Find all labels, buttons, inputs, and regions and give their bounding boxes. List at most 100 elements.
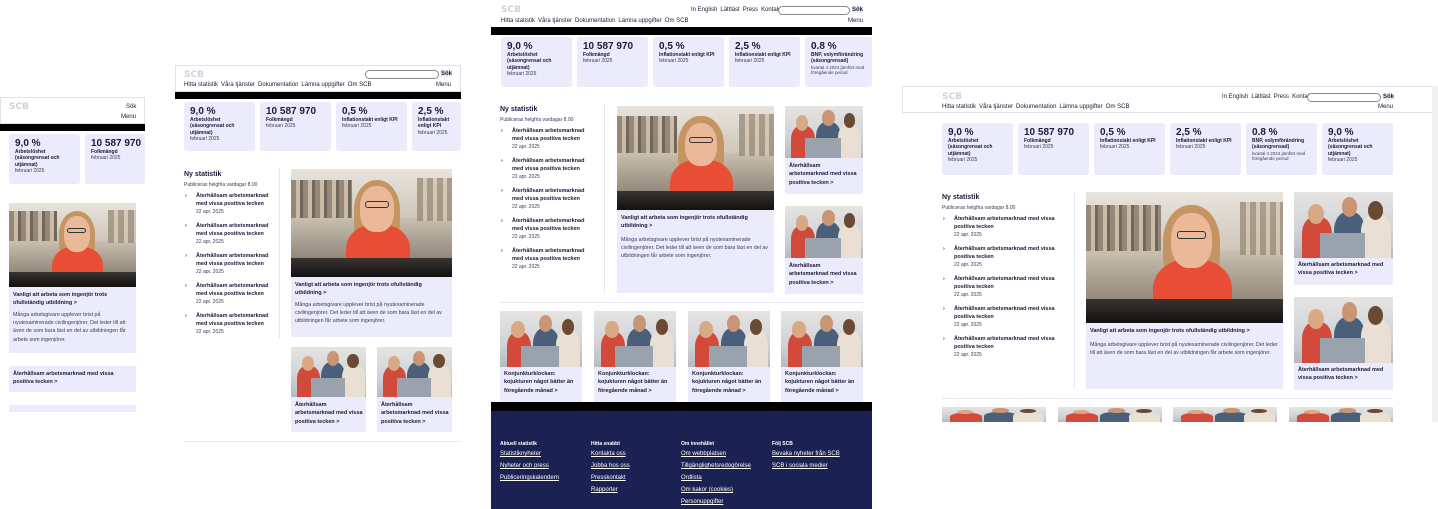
footer-link[interactable]: Kontakta oss	[591, 451, 626, 457]
team-image[interactable]	[377, 347, 452, 397]
stat-card[interactable]: 10 587 970 Folkmängd februari 2025	[260, 102, 331, 151]
team-image[interactable]	[942, 407, 1046, 422]
footer-link[interactable]: Tillgänglighetsredogörelse	[681, 463, 751, 469]
team-image[interactable]	[500, 311, 582, 367]
search-button[interactable]: Sök	[441, 71, 453, 77]
scrollbar[interactable]	[1432, 86, 1438, 422]
team-image[interactable]	[688, 311, 770, 367]
scb-logo[interactable]: SCB	[501, 5, 521, 15]
nav-item[interactable]: Våra tjänster	[979, 104, 1013, 110]
konj-card[interactable]: Konjunkturklockan: kojukturen något bätt…	[500, 367, 582, 402]
news-item-title[interactable]: Återhållsam arbetsmarknad med vissa posi…	[196, 253, 276, 269]
footer-link[interactable]: Om webbplatsen	[681, 451, 726, 457]
feature-title[interactable]: Vanligt att arbeta som ingenjör trots of…	[13, 291, 131, 308]
feature-image[interactable]	[617, 106, 774, 210]
konj-card[interactable]: Konjunkturklockan: kojukturen något bätt…	[688, 367, 770, 402]
footer-link[interactable]: Publiceringskalendern	[500, 475, 559, 481]
team-image[interactable]	[1289, 407, 1393, 422]
top-link[interactable]: Press	[1274, 94, 1289, 100]
nav-item[interactable]: Om SCB	[348, 82, 372, 88]
konj-card-title[interactable]: Konjunkturklockan: kojukturen något bätt…	[692, 370, 768, 395]
stat-card[interactable]: 9,0 % Arbetslöshet (säsongrensat och utj…	[9, 134, 80, 184]
stat-card[interactable]: 0,5 % Inflationstakt enligt KPI februari…	[336, 102, 407, 151]
stat-card[interactable]: 0.8 % BNP, volymförändring (säsongrensad…	[805, 37, 872, 87]
news-item[interactable]: › Återhållsam arbetsmarknad med vissa pos…	[185, 283, 276, 305]
news-item-title[interactable]: Återhållsam arbetsmarknad med vissa posi…	[954, 306, 1072, 322]
stat-card[interactable]: 2,5 % Inflationstakt enligt KPI februari…	[412, 102, 461, 151]
feature-image[interactable]	[9, 203, 136, 287]
scb-logo[interactable]: SCB	[9, 102, 29, 112]
news-item-title[interactable]: Återhållsam arbetsmarknad med vissa posi…	[512, 218, 596, 234]
stat-card[interactable]: 0,5 % Inflationstakt enligt KPI februari…	[653, 37, 724, 87]
search-button[interactable]: Sök	[1383, 94, 1395, 100]
nav-item[interactable]: Hitta statistik	[942, 104, 976, 110]
menu-button[interactable]: Menu	[436, 82, 451, 88]
news-item[interactable]: › Återhållsam arbetsmarknad med vissa pos…	[943, 306, 1072, 328]
news-item[interactable]: › Återhållsam arbetsmarknad med vissa pos…	[501, 158, 596, 180]
news-item-title[interactable]: Återhållsam arbetsmarknad med vissa posi…	[512, 128, 596, 144]
stat-card[interactable]: 9,0 % Arbetslöshet (säsongrensat och utj…	[942, 123, 1013, 175]
footer-link[interactable]: Nyheter och press	[500, 463, 549, 469]
side-card[interactable]: Återhållsam arbetsmarknad med vissa posi…	[291, 397, 366, 432]
news-item-title[interactable]: Återhållsam arbetsmarknad med vissa posi…	[196, 283, 276, 299]
top-link[interactable]: Lättläst	[720, 7, 739, 13]
team-image[interactable]	[291, 347, 366, 397]
side-card-title[interactable]: Återhållsam arbetsmarknad med vissa posi…	[1298, 366, 1392, 383]
side-card-title[interactable]: Återhållsam arbetsmarknad med vissa posi…	[789, 162, 861, 187]
team-image[interactable]	[1058, 407, 1162, 422]
stat-card[interactable]: 0,5 % Inflationstakt enligt KPI februari…	[1094, 123, 1165, 175]
nav-item[interactable]: Lämna uppgifter	[301, 82, 344, 88]
search-button[interactable]: Sök	[852, 7, 864, 13]
feature-image[interactable]	[291, 169, 452, 277]
news-item-title[interactable]: Återhållsam arbetsmarknad med vissa posi…	[512, 188, 596, 204]
top-link[interactable]: In English	[1222, 94, 1248, 100]
nav-item[interactable]: Hitta statistik	[184, 82, 218, 88]
feature-card[interactable]: Vanligt att arbeta som ingenjör trots of…	[1086, 323, 1283, 389]
news-item[interactable]: › Återhållsam arbetsmarknad med vissa pos…	[501, 248, 596, 270]
feature-title[interactable]: Vanligt att arbeta som ingenjör trots of…	[1090, 327, 1280, 335]
news-item[interactable]: › Återhållsam arbetsmarknad med vissa pos…	[943, 276, 1072, 298]
team-image[interactable]	[1294, 297, 1393, 363]
side-card[interactable]: Återhållsam arbetsmarknad med vissa posi…	[785, 258, 863, 294]
footer-link[interactable]: Bevaka nyheter från SCB	[772, 451, 840, 457]
footer-link[interactable]: SCB i sociala medier	[772, 463, 828, 469]
news-item[interactable]: › Återhållsam arbetsmarknad med vissa pos…	[943, 336, 1072, 358]
footer-link[interactable]: Ordlista	[681, 475, 702, 481]
footer-link[interactable]: Rapporter	[591, 487, 618, 493]
team-image[interactable]	[785, 206, 863, 258]
side-card[interactable]: Återhållsam arbetsmarknad med vissa posi…	[377, 397, 452, 432]
news-item-title[interactable]: Återhållsam arbetsmarknad med vissa posi…	[196, 223, 276, 239]
nav-item[interactable]: Lämna uppgifter	[618, 18, 661, 24]
stat-card[interactable]: 2,5 % Inflationstakt enligt KPI februari…	[1170, 123, 1241, 175]
nav-item[interactable]: Våra tjänster	[221, 82, 255, 88]
footer-link[interactable]: Om kakor (cookies)	[681, 487, 733, 493]
search-input[interactable]	[778, 6, 850, 15]
konj-card-title[interactable]: Konjunkturklockan: kojukturen något bätt…	[785, 370, 861, 395]
news-item[interactable]: › Återhållsam arbetsmarknad med vissa pos…	[185, 253, 276, 275]
news-item-title[interactable]: Återhållsam arbetsmarknad med vissa posi…	[512, 248, 596, 264]
stat-card[interactable]: 10 587 970 Folkmängd februari 2025	[577, 37, 648, 87]
news-item[interactable]: › Återhållsam arbetsmarknad med vissa pos…	[943, 246, 1072, 268]
side-card[interactable]: Återhållsam arbetsmarknad med vissa posi…	[1294, 363, 1393, 390]
team-image[interactable]	[781, 311, 863, 367]
news-item[interactable]: › Återhållsam arbetsmarknad med vissa pos…	[185, 313, 276, 335]
stat-card[interactable]: 2,5 % Inflationstakt enligt KPI februari…	[729, 37, 800, 87]
stat-card[interactable]: 9,0 % Arbetslöshet (säsongrensat och utj…	[184, 102, 255, 151]
nav-item[interactable]: Dokumentation	[1016, 104, 1056, 110]
footer-link[interactable]: Personuppgifter	[681, 499, 723, 505]
nav-item[interactable]: Hitta statistik	[501, 18, 535, 24]
konj-card-title[interactable]: Konjunkturklockan: kojukturen något bätt…	[598, 370, 674, 395]
feature-title[interactable]: Vanligt att arbeta som ingenjör trots of…	[295, 281, 449, 298]
stat-card[interactable]: 0.8 % BNP, volymförändring (säsongrensad…	[1246, 123, 1317, 175]
news-item[interactable]: › Återhållsam arbetsmarknad med vissa pos…	[501, 218, 596, 240]
search-input[interactable]	[1307, 93, 1381, 102]
news-item-title[interactable]: Återhållsam arbetsmarknad med vissa posi…	[954, 276, 1072, 292]
scb-logo[interactable]: SCB	[184, 70, 204, 80]
nav-item[interactable]: Om SCB	[1106, 104, 1130, 110]
nav-item[interactable]: Om SCB	[665, 18, 689, 24]
footer-link[interactable]: Presskontakt	[591, 475, 626, 481]
feature-image[interactable]	[1086, 192, 1283, 323]
stat-card[interactable]: 10 587 970 Folkmängd februari 2025	[85, 134, 145, 184]
side-card-title[interactable]: Återhållsam arbetsmarknad med vissa posi…	[789, 262, 861, 287]
news-item[interactable]: › Återhållsam arbetsmarknad med vissa pos…	[501, 188, 596, 210]
